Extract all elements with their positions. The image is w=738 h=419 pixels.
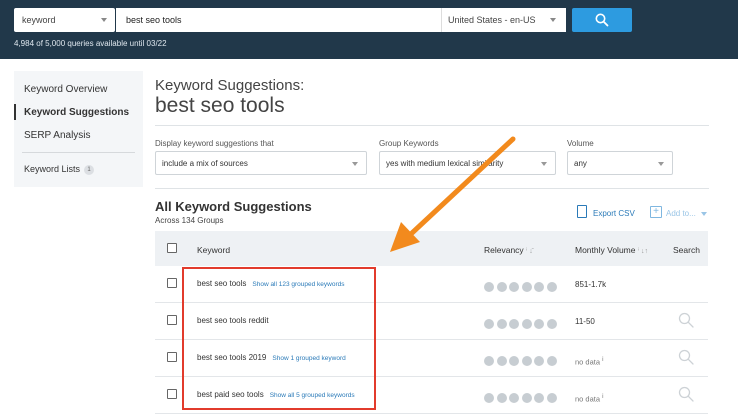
volume-filter-label: Volume [567,139,594,148]
monthly-volume: 11-50 [575,317,595,326]
chevron-down-icon [101,18,107,22]
sort-icon: ⁱ ↓̄ [526,248,533,255]
info-icon: i [602,356,604,363]
divider [155,188,709,189]
volume-filter-select[interactable]: any [567,151,673,175]
export-csv-label: Export CSV [593,209,635,218]
chevron-down-icon [701,212,707,216]
sidebar-item-serp-analysis[interactable]: SERP Analysis [24,130,91,141]
chevron-down-icon [550,18,556,22]
group-filter-select[interactable]: yes with medium lexical similarity [379,151,556,175]
select-all-checkbox[interactable] [167,243,177,253]
search-icon[interactable] [678,312,694,328]
chevron-down-icon [658,162,664,166]
column-relevancy-label: Relevancy [484,245,524,255]
monthly-volume: no data i [575,393,604,404]
sidebar-item-keyword-overview[interactable]: Keyword Overview [24,84,107,95]
chevron-down-icon [541,162,547,166]
display-filter-value: include a mix of sources [162,159,248,168]
row-checkbox[interactable] [167,389,177,399]
region-value: United States - en-US [448,15,536,25]
display-filter-label: Display keyword suggestions that [155,139,274,148]
sidebar-item-label: Keyword Lists [24,164,81,174]
count-badge: 1 [84,165,95,175]
sort-icon: ⁱ ↓↑ [637,248,649,255]
search-type-select[interactable]: keyword [14,8,115,32]
search-type-value: keyword [22,15,56,25]
search-button[interactable] [572,8,632,32]
divider [155,125,709,126]
display-filter-select[interactable]: include a mix of sources [155,151,367,175]
sidebar: Keyword Overview Keyword Suggestions SER… [14,71,143,187]
search-icon [595,13,609,27]
volume-filter-value: any [574,159,587,168]
group-filter-label: Group Keywords [379,139,439,148]
monthly-volume: 851-1.7k [575,280,607,289]
volume-text: no data [575,394,601,404]
region-select[interactable]: United States - en-US [441,8,566,32]
volume-text: no data [575,357,601,367]
relevancy-dots [484,390,559,408]
column-search: Search [673,245,700,255]
sidebar-divider [22,152,135,153]
column-relevancy[interactable]: Relevancy ⁱ ↓̄ [484,245,533,255]
column-keyword[interactable]: Keyword [197,245,230,255]
query-input[interactable]: best seo tools [116,8,441,32]
row-checkbox[interactable] [167,315,177,325]
active-indicator [14,104,16,120]
row-checkbox[interactable] [167,352,177,362]
search-icon[interactable] [678,349,694,365]
download-icon [577,205,587,218]
page-title: Keyword Suggestions: [155,77,305,94]
section-title: All Keyword Suggestions [155,199,312,214]
search-icon[interactable] [678,386,694,402]
chevron-down-icon [352,162,358,166]
add-to-label: Add to... [666,209,696,218]
group-filter-value: yes with medium lexical similarity [386,159,504,168]
section-subtitle: Across 134 Groups [155,216,224,225]
top-search-bar: keyword best seo tools United States - e… [0,0,738,59]
monthly-volume: no data i [575,356,604,367]
sidebar-item-keyword-lists[interactable]: Keyword Lists 1 [24,164,95,175]
column-monthly-volume[interactable]: Monthly Volume ⁱ ↓↑ [575,245,648,255]
relevancy-dots [484,316,559,334]
quota-text: 4,984 of 5,000 queries available until 0… [14,39,167,48]
column-volume-label: Monthly Volume [575,245,636,255]
highlight-box [182,267,376,410]
relevancy-dots [484,353,559,371]
relevancy-dots [484,279,559,297]
table-header: Keyword Relevancy ⁱ ↓̄ Monthly Volume ⁱ … [155,231,708,266]
plus-icon: + [650,206,662,218]
query-title: best seo tools [155,94,285,117]
sidebar-item-keyword-suggestions[interactable]: Keyword Suggestions [24,107,129,118]
info-icon: i [602,393,604,400]
row-checkbox[interactable] [167,278,177,288]
